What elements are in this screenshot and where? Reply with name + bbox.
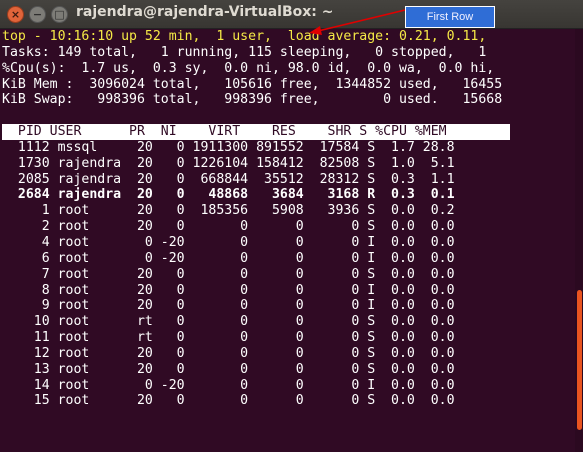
process-row-highlighted: 2684 rajendra 20 0 48868 3684 3168 R 0.3… bbox=[2, 187, 455, 203]
process-row: 13 root 20 0 0 0 0 S 0.0 0.0 bbox=[2, 361, 455, 377]
process-row: 14 root 0 -20 0 0 0 I 0.0 0.0 bbox=[2, 377, 455, 393]
top-summary-line: top - 10:16:10 up 52 min, 1 user, load a… bbox=[2, 29, 487, 44]
mem-line: KiB Mem : 3096024 total, 105616 free, 13… bbox=[2, 76, 503, 92]
process-row: 12 root 20 0 0 0 0 S 0.0 0.0 bbox=[2, 345, 455, 361]
process-row: 15 root 20 0 0 0 0 S 0.0 0.0 bbox=[2, 393, 455, 409]
window-titlebar[interactable]: × − □ rajendra@rajendra-VirtualBox: ~ bbox=[0, 0, 583, 29]
cpu-line: %Cpu(s): 1.7 us, 0.3 sy, 0.0 ni, 98.0 id… bbox=[2, 60, 495, 76]
process-row: 1112 mssql 20 0 1911300 891552 17584 S 1… bbox=[2, 139, 455, 155]
process-row: 1730 rajendra 20 0 1226104 158412 82508 … bbox=[2, 155, 455, 171]
maximize-button[interactable]: □ bbox=[51, 6, 68, 23]
process-header: PID USER PR NI VIRT RES SHR S %CPU %MEM bbox=[2, 124, 511, 140]
process-row: 1 root 20 0 185356 5908 3936 S 0.0 0.2 bbox=[2, 203, 455, 219]
process-row: 10 root rt 0 0 0 0 S 0.0 0.0 bbox=[2, 314, 455, 330]
process-row: 2085 rajendra 20 0 668844 35512 28312 S … bbox=[2, 171, 455, 187]
minimize-button[interactable]: − bbox=[29, 6, 46, 23]
process-row: 6 root 0 -20 0 0 0 I 0.0 0.0 bbox=[2, 250, 455, 266]
swap-line: KiB Swap: 998396 total, 998396 free, 0 u… bbox=[2, 92, 503, 108]
process-list: 1112 mssql 20 0 1911300 891552 17584 S 1… bbox=[2, 140, 577, 409]
process-row: 9 root 20 0 0 0 0 I 0.0 0.0 bbox=[2, 298, 455, 314]
process-row: 11 root rt 0 0 0 0 S 0.0 0.0 bbox=[2, 330, 455, 346]
close-button[interactable]: × bbox=[7, 6, 24, 23]
process-row: 7 root 20 0 0 0 0 S 0.0 0.0 bbox=[2, 266, 455, 282]
process-row: 2 root 20 0 0 0 0 S 0.0 0.0 bbox=[2, 219, 455, 235]
tasks-line: Tasks: 149 total, 1 running, 115 sleepin… bbox=[2, 44, 487, 60]
scrollbar-thumb[interactable] bbox=[577, 290, 582, 430]
terminal-output[interactable]: top - 10:16:10 up 52 min, 1 user, load a… bbox=[0, 29, 577, 452]
process-row: 4 root 0 -20 0 0 0 I 0.0 0.0 bbox=[2, 234, 455, 250]
process-row: 8 root 20 0 0 0 0 I 0.0 0.0 bbox=[2, 282, 455, 298]
first-row-annotation: First Row bbox=[405, 6, 495, 28]
window-title: rajendra@rajendra-VirtualBox: ~ bbox=[76, 4, 334, 20]
process-header-row: PID USER PR NI VIRT RES SHR S %CPU %MEM bbox=[2, 124, 577, 140]
